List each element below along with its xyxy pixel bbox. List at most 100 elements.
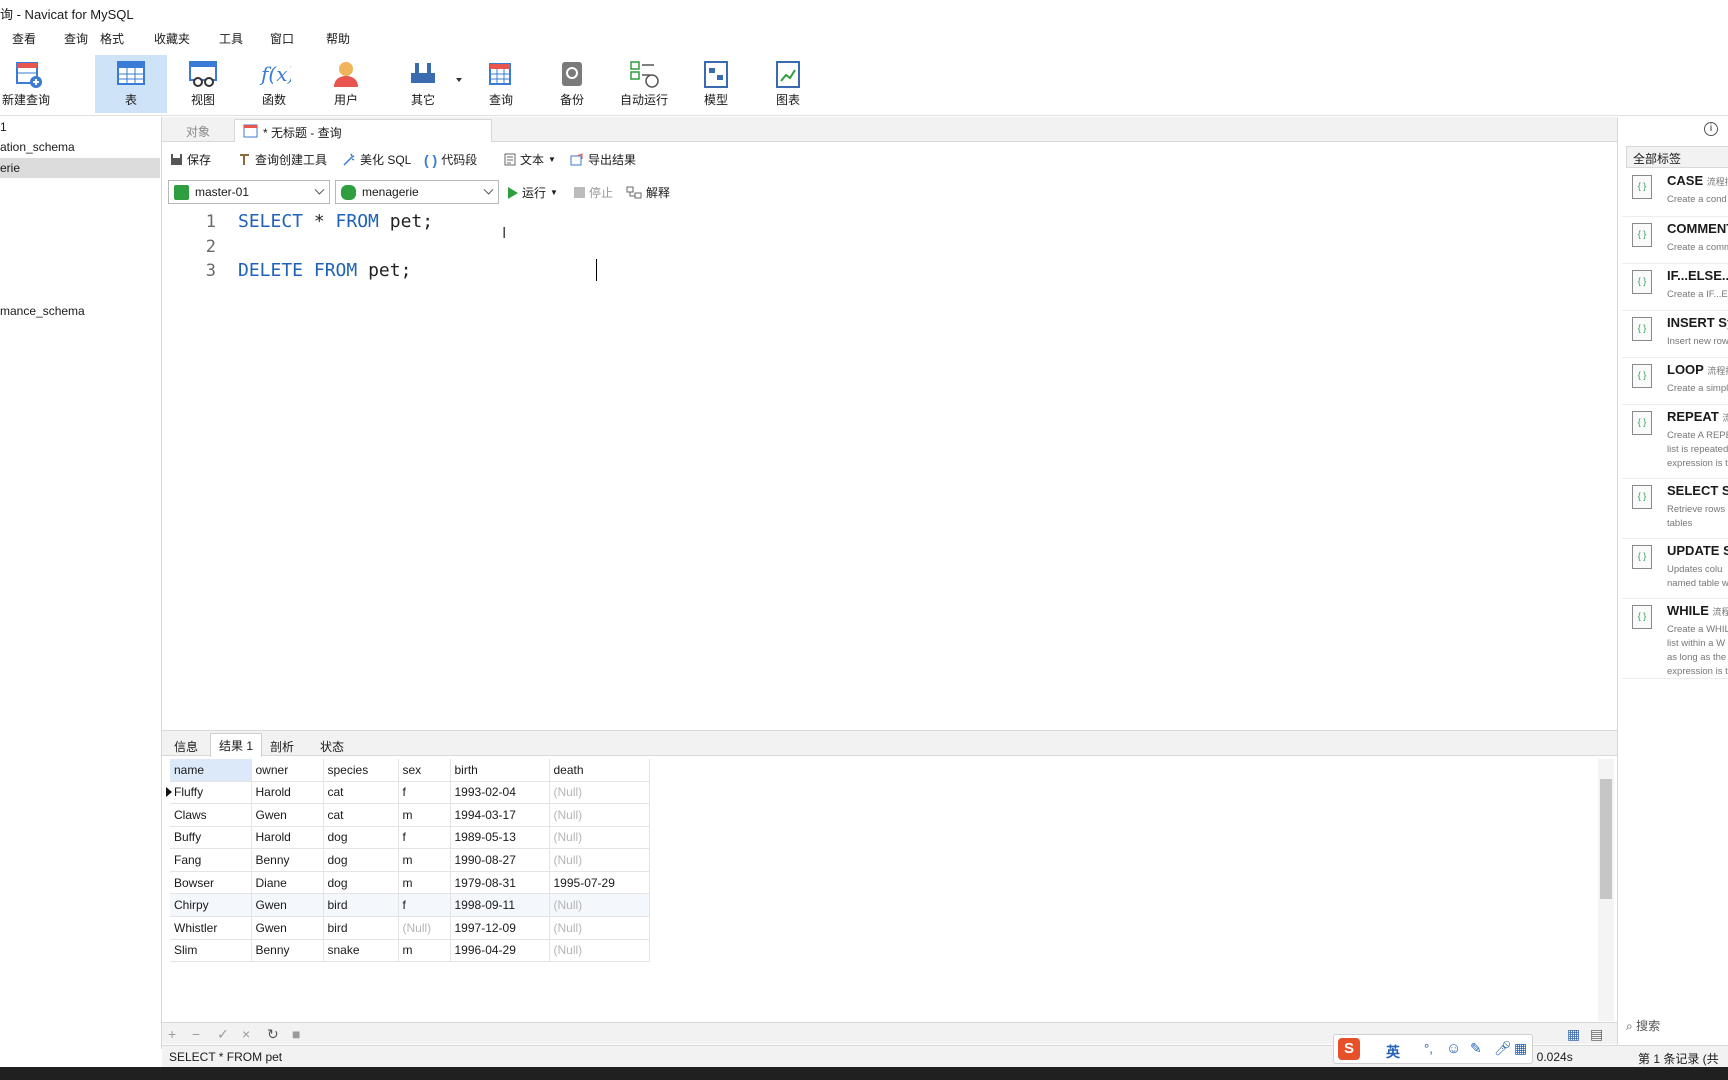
- tab-status[interactable]: 状态: [312, 735, 352, 756]
- column-header-species[interactable]: species: [323, 759, 399, 782]
- form-view-icon[interactable]: ▤: [1590, 1026, 1603, 1043]
- table-cell-owner[interactable]: Gwen: [251, 893, 324, 918]
- discard-changes-icon[interactable]: ×: [242, 1026, 250, 1042]
- column-header-sex[interactable]: sex: [398, 759, 451, 782]
- table-cell-species[interactable]: dog: [323, 826, 399, 850]
- info-icon[interactable]: i: [1704, 122, 1718, 136]
- table-cell-sex[interactable]: f: [398, 781, 451, 805]
- vertical-scrollbar[interactable]: [1598, 759, 1614, 1021]
- column-header-birth[interactable]: birth: [450, 759, 550, 782]
- table-cell-death[interactable]: (Null): [549, 939, 650, 963]
- column-header-death[interactable]: death: [549, 759, 650, 782]
- sql-editor[interactable]: 1 2 3 SELECT * FROM pet; DELETE FROM pet…: [162, 208, 1617, 728]
- schedule-button[interactable]: 自动运行: [608, 55, 680, 113]
- new-query-button[interactable]: 新建查询: [0, 55, 62, 113]
- query-button[interactable]: 查询: [465, 55, 537, 113]
- grid-view-icon[interactable]: ▦: [1567, 1026, 1580, 1043]
- table-cell-owner[interactable]: Gwen: [251, 803, 324, 827]
- menu-view[interactable]: 查看: [12, 30, 36, 47]
- table-cell-name[interactable]: Claws: [170, 803, 252, 827]
- explain-button[interactable]: 解释: [626, 184, 670, 201]
- scrollbar-thumb[interactable]: [1600, 779, 1612, 899]
- table-cell-name[interactable]: Slim: [170, 939, 252, 963]
- tab-info[interactable]: 信息: [166, 735, 206, 756]
- ime-voice-icon[interactable]: 🎤︎: [1494, 1040, 1512, 1057]
- table-row[interactable]: Fang Benny dog m 1990-08-27 (Null): [170, 848, 650, 872]
- tree-item[interactable]: ation_schema: [0, 137, 160, 157]
- run-button[interactable]: 运行 ▼: [508, 184, 558, 201]
- snippet-search-input[interactable]: ⌕ 搜索: [1626, 1017, 1728, 1039]
- chevron-down-icon[interactable]: [456, 78, 462, 82]
- beautify-sql-button[interactable]: 美化 SQL: [342, 151, 411, 168]
- column-header-owner[interactable]: owner: [251, 759, 324, 782]
- table-cell-sex[interactable]: m: [398, 803, 451, 827]
- ime-language[interactable]: 英: [1386, 1042, 1400, 1062]
- snippet-item[interactable]: { } REPEAT 流 Create A REPE list is repeate…: [1622, 405, 1728, 479]
- stop-button[interactable]: 停止: [574, 184, 613, 201]
- menu-window[interactable]: 窗口: [270, 30, 294, 47]
- table-cell-name[interactable]: Buffy: [170, 826, 252, 850]
- table-cell-birth[interactable]: 1993-02-04: [450, 781, 550, 805]
- table-row[interactable]: Slim Benny snake m 1996-04-29 (Null): [170, 939, 650, 963]
- table-cell-death[interactable]: (Null): [549, 916, 650, 940]
- table-cell-death[interactable]: (Null): [549, 893, 650, 918]
- table-row[interactable]: Chirpy Gwen bird f 1998-09-11 (Null): [170, 893, 650, 918]
- function-button[interactable]: f(x) 函数: [238, 55, 310, 113]
- table-cell-name[interactable]: Whistler: [170, 916, 252, 940]
- text-button[interactable]: 文本 ▼: [504, 151, 556, 168]
- table-cell-species[interactable]: dog: [323, 848, 399, 872]
- table-cell-sex[interactable]: (Null): [398, 916, 451, 940]
- table-row[interactable]: Whistler Gwen bird (Null) 1997-12-09 (Null): [170, 916, 650, 940]
- menu-tools[interactable]: 工具: [219, 30, 243, 47]
- table-row[interactable]: Claws Gwen cat m 1994-03-17 (Null): [170, 803, 650, 827]
- menu-favorites[interactable]: 收藏夹: [154, 30, 190, 47]
- table-cell-name[interactable]: Fang: [170, 848, 252, 872]
- snippet-item[interactable]: { } WHILE 流程 Create a WHIL list within a W…: [1622, 599, 1728, 679]
- menu-format[interactable]: 格式: [100, 30, 124, 47]
- table-cell-species[interactable]: bird: [323, 916, 399, 940]
- table-cell-sex[interactable]: f: [398, 826, 451, 850]
- table-cell-birth[interactable]: 1989-05-13: [450, 826, 550, 850]
- user-button[interactable]: 用户: [310, 55, 382, 113]
- table-cell-owner[interactable]: Harold: [251, 781, 324, 805]
- query-builder-button[interactable]: 查询创建工具: [238, 151, 327, 168]
- export-results-button[interactable]: 导出结果: [570, 151, 636, 168]
- column-header-name[interactable]: name: [170, 759, 252, 782]
- snippet-item[interactable]: { } INSERT Sy Insert new row: [1622, 311, 1728, 358]
- refresh-icon[interactable]: ↻: [267, 1026, 279, 1043]
- table-cell-species[interactable]: cat: [323, 781, 399, 805]
- backup-button[interactable]: 备份: [536, 55, 608, 113]
- table-cell-name[interactable]: Bowser: [170, 871, 252, 895]
- other-button[interactable]: 其它: [387, 55, 459, 113]
- table-cell-species[interactable]: dog: [323, 871, 399, 895]
- delete-record-icon[interactable]: −: [192, 1026, 200, 1042]
- tab-profile[interactable]: 剖析: [262, 735, 302, 756]
- database-select[interactable]: menagerie: [335, 180, 499, 204]
- table-cell-death[interactable]: (Null): [549, 848, 650, 872]
- menu-query[interactable]: 查询: [64, 30, 88, 47]
- table-cell-birth[interactable]: 1997-12-09: [450, 916, 550, 940]
- table-cell-death[interactable]: 1995-07-29: [549, 871, 650, 895]
- table-cell-death[interactable]: (Null): [549, 826, 650, 850]
- ime-toolbar[interactable]: S 英 °, ☺ ✎ 🎤︎ ▦: [1333, 1034, 1533, 1064]
- snippet-item[interactable]: { } CASE 流程控 Create a cond: [1622, 169, 1728, 217]
- table-cell-sex[interactable]: m: [398, 848, 451, 872]
- snippet-item[interactable]: { } UPDATE S Updates colu named table w: [1622, 539, 1728, 599]
- ime-handwrite-icon[interactable]: ✎: [1470, 1040, 1482, 1057]
- snippet-item[interactable]: { } COMMENT Create a comm: [1622, 217, 1728, 264]
- table-cell-species[interactable]: bird: [323, 893, 399, 918]
- table-cell-sex[interactable]: m: [398, 871, 451, 895]
- menu-help[interactable]: 帮助: [326, 30, 350, 47]
- ime-menu-icon[interactable]: ▦: [1514, 1040, 1527, 1057]
- table-row[interactable]: Bowser Diane dog m 1979-08-31 1995-07-29: [170, 871, 650, 895]
- snippet-item[interactable]: { } SELECT Sy Retrieve rows tables: [1622, 479, 1728, 539]
- table-row[interactable]: Buffy Harold dog f 1989-05-13 (Null): [170, 826, 650, 850]
- table-cell-birth[interactable]: 1998-09-11: [450, 893, 550, 918]
- table-cell-species[interactable]: cat: [323, 803, 399, 827]
- table-row[interactable]: Fluffy Harold cat f 1993-02-04 (Null): [170, 781, 650, 805]
- table-cell-birth[interactable]: 1979-08-31: [450, 871, 550, 895]
- tree-item[interactable]: 1: [0, 117, 160, 137]
- table-cell-owner[interactable]: Gwen: [251, 916, 324, 940]
- save-button[interactable]: 保存: [170, 151, 211, 168]
- table-cell-species[interactable]: snake: [323, 939, 399, 963]
